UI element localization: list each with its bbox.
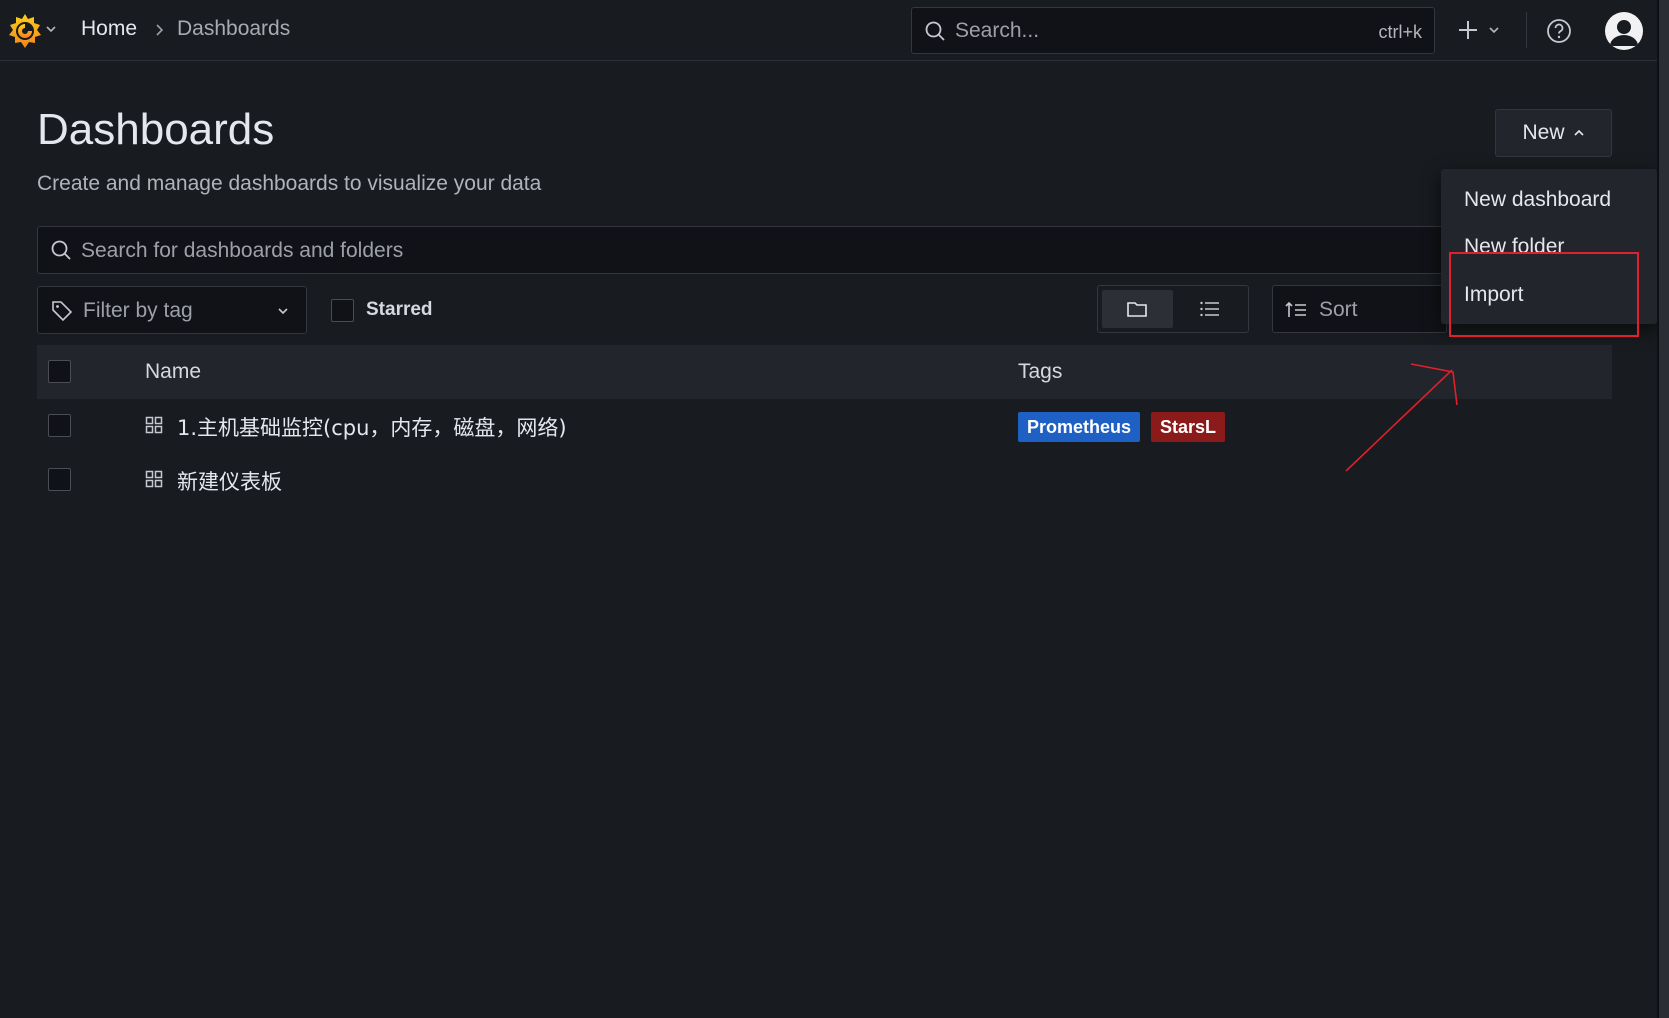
column-header-tags: Tags xyxy=(1018,360,1063,383)
grafana-logo-icon[interactable] xyxy=(6,12,44,50)
annotation-highlight-box xyxy=(1449,252,1639,337)
row-checkbox[interactable] xyxy=(48,414,71,437)
tag-filter-placeholder: Filter by tag xyxy=(83,299,193,322)
dashboard-grid-icon xyxy=(145,416,163,434)
help-icon[interactable] xyxy=(1546,18,1572,44)
page-subtitle: Create and manage dashboards to visualiz… xyxy=(37,172,542,195)
new-button[interactable]: New xyxy=(1495,109,1612,157)
breadcrumb-current: Dashboards xyxy=(177,17,291,40)
sort-placeholder: Sort xyxy=(1319,298,1358,321)
search-icon xyxy=(51,240,71,260)
dashboard-name-link[interactable]: 新建仪表板 xyxy=(177,466,282,496)
row-checkbox[interactable] xyxy=(48,468,71,491)
sort-icon xyxy=(1285,301,1306,317)
chevron-right-icon xyxy=(156,24,164,36)
dashboard-name-link[interactable]: 1.主机基础监控(cpu，内存，磁盘，网络) xyxy=(177,412,567,442)
menu-item-new-dashboard[interactable]: New dashboard xyxy=(1464,188,1611,212)
folder-view-button[interactable] xyxy=(1102,290,1173,328)
tag-icon xyxy=(52,301,73,322)
table-row[interactable]: 新建仪表板 xyxy=(37,453,1612,507)
folder-icon xyxy=(1127,302,1147,317)
dashboard-search-input[interactable]: Search for dashboards and folders xyxy=(37,226,1447,274)
user-avatar[interactable] xyxy=(1605,12,1643,50)
window-scrollbar[interactable] xyxy=(1659,0,1669,1018)
starred-label[interactable]: Starred xyxy=(366,299,433,321)
chevron-down-icon[interactable] xyxy=(44,22,58,36)
global-search-input[interactable]: Search... ctrl+k xyxy=(911,7,1435,54)
table-header: Name Tags xyxy=(37,345,1612,399)
grafana-app: Home Dashboards Search... ctrl+k Dashboa… xyxy=(0,0,1669,1018)
select-all-checkbox[interactable] xyxy=(48,360,71,383)
dashboard-search-placeholder: Search for dashboards and folders xyxy=(81,239,404,262)
tag-filter-select[interactable]: Filter by tag xyxy=(37,286,307,334)
tag-badge[interactable]: Prometheus xyxy=(1018,412,1141,442)
page-title: Dashboards xyxy=(37,105,275,154)
starred-checkbox[interactable] xyxy=(331,299,354,322)
dashboard-grid-icon xyxy=(145,470,163,488)
breadcrumb-home[interactable]: Home xyxy=(81,17,137,41)
chevron-up-icon xyxy=(1573,129,1584,136)
chevron-down-icon[interactable] xyxy=(1487,23,1501,37)
keyboard-shortcut-hint: ctrl+k xyxy=(1378,22,1422,42)
tag-badge[interactable]: StarsL xyxy=(1151,412,1226,442)
plus-icon[interactable] xyxy=(1456,16,1480,44)
sort-select[interactable]: Sort xyxy=(1272,285,1447,333)
chevron-down-icon xyxy=(278,308,288,315)
search-icon xyxy=(925,21,945,41)
column-header-name[interactable]: Name xyxy=(145,360,201,384)
new-button-label: New xyxy=(1522,121,1565,144)
view-mode-toggle xyxy=(1097,285,1249,333)
toolbar-divider xyxy=(1526,12,1527,48)
table-row[interactable]: 1.主机基础监控(cpu，内存，磁盘，网络) Prometheus StarsL xyxy=(37,399,1612,453)
list-view-icon[interactable] xyxy=(1199,299,1221,319)
user-icon xyxy=(1610,20,1638,46)
top-bar: Home Dashboards Search... ctrl+k xyxy=(0,0,1657,61)
global-search-placeholder: Search... xyxy=(955,19,1040,42)
